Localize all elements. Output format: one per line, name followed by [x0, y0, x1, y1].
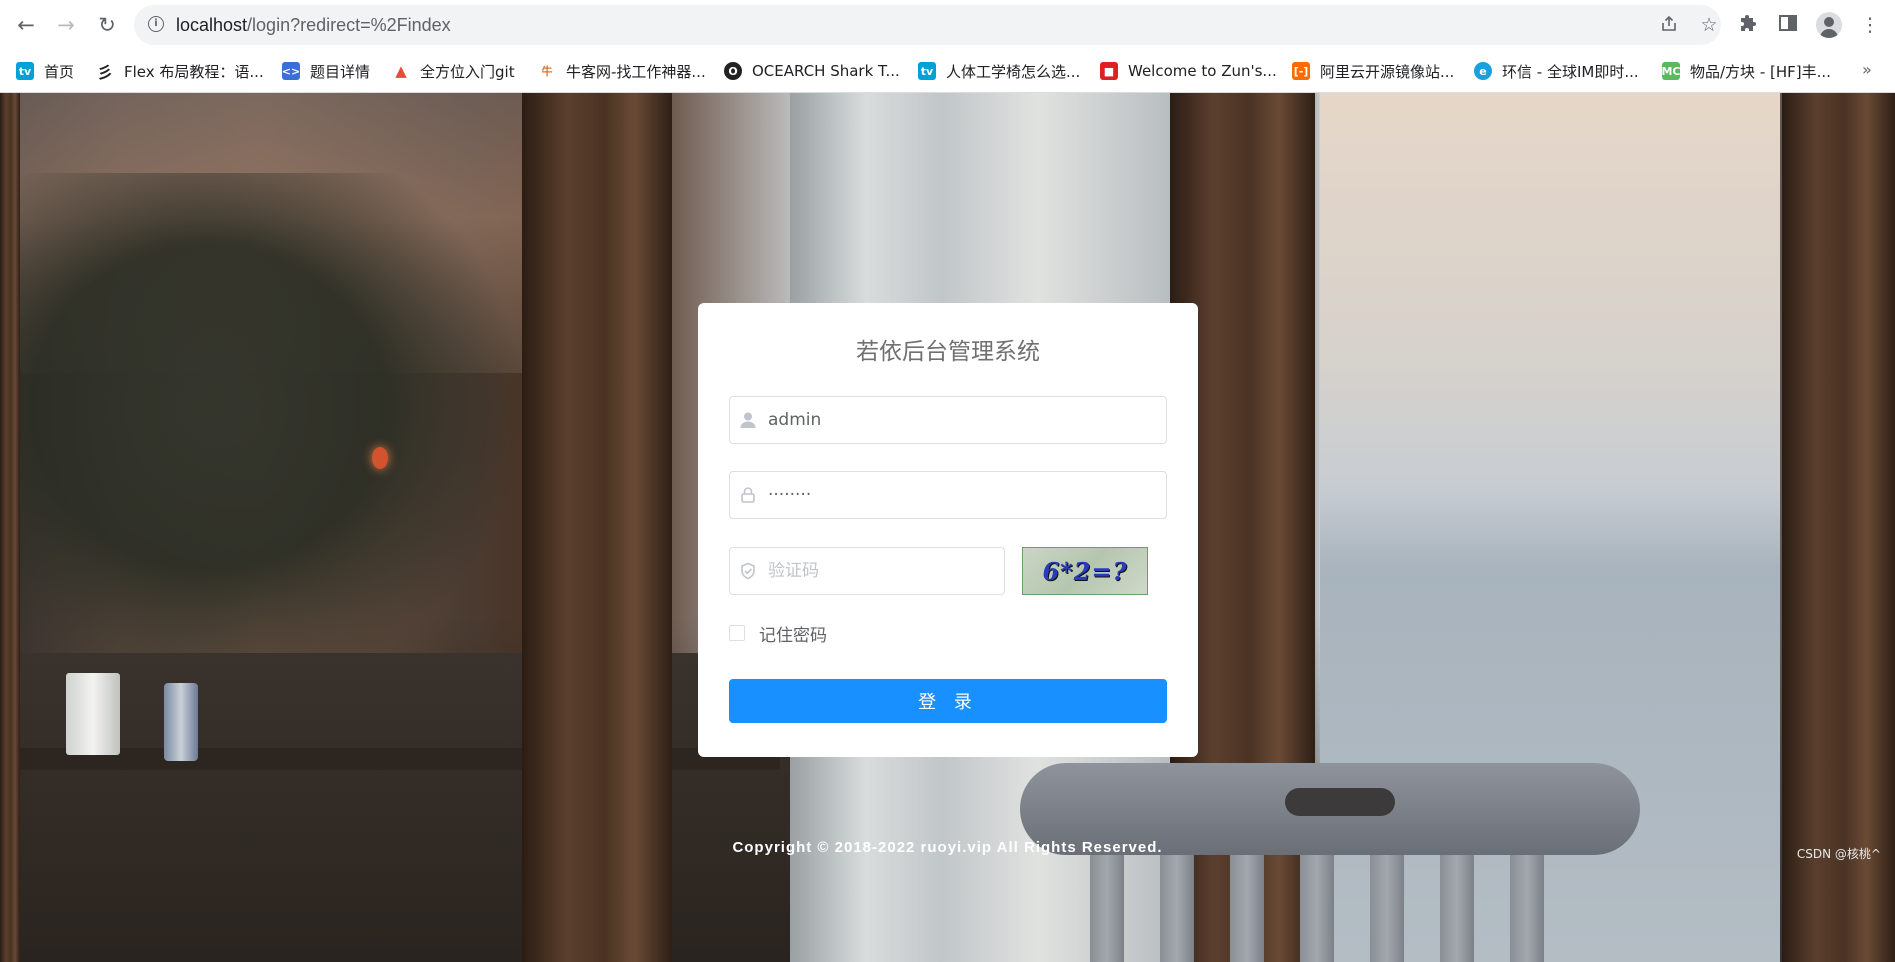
bookmark-label: 首页: [44, 62, 75, 81]
flame-icon: ▲: [392, 62, 410, 80]
site-info-icon[interactable]: i: [148, 16, 164, 32]
remember-label: 记住密码: [759, 625, 827, 646]
bookmark-label: 人体工学椅怎么选...: [946, 62, 1081, 81]
shield-icon: [739, 562, 757, 580]
bilibili-icon: tv: [16, 62, 34, 80]
chair-decoration: [1020, 763, 1640, 962]
forward-arrow-icon[interactable]: →: [53, 12, 79, 38]
bookmark-label: 全方位入门git: [420, 62, 515, 81]
csdn-watermark: CSDN @核桃^: [1796, 847, 1881, 861]
captcha-field[interactable]: [729, 547, 1005, 595]
bookmark-item[interactable]: ■ Welcome to Zun's...: [1100, 59, 1277, 83]
login-title: 若依后台管理系统: [856, 339, 1040, 365]
bookmark-item[interactable]: tv 首页: [16, 59, 74, 83]
bookmark-label: 物品/方块 - [HF]丰...: [1690, 62, 1831, 81]
captcha-image[interactable]: 6*2=?: [1022, 547, 1148, 595]
bookmark-label: OCEARCH Shark T...: [752, 62, 900, 80]
login-form: 若依后台管理系统 6*2=: [698, 303, 1198, 757]
user-icon: [739, 411, 757, 429]
ocearch-icon: O: [724, 62, 742, 80]
profile-avatar-icon[interactable]: [1816, 12, 1842, 38]
mcmod-icon: MC: [1661, 62, 1681, 80]
bookmark-label: 环信 - 全球IM即时...: [1502, 62, 1639, 81]
bookmark-star-icon[interactable]: ☆: [1698, 14, 1720, 36]
share-icon[interactable]: [1658, 14, 1680, 36]
bookmark-label: 阿里云开源镜像站...: [1320, 62, 1455, 81]
bookmarks-bar: tv 首页 彡 Flex 布局教程：语... <> 题目详情 ▲ 全方位入门gi…: [0, 50, 1895, 93]
aliyun-icon: [-]: [1292, 62, 1310, 80]
side-panel-icon[interactable]: [1776, 13, 1800, 37]
remember-checkbox[interactable]: [729, 625, 745, 641]
bilibili-icon: tv: [918, 62, 936, 80]
nowcoder-icon: 牛: [538, 62, 556, 80]
remember-password[interactable]: 记住密码: [729, 623, 827, 646]
bookmark-item[interactable]: tv 人体工学椅怎么选...: [918, 59, 1080, 83]
extensions-puzzle-icon[interactable]: [1737, 13, 1761, 37]
bookmark-item[interactable]: MC 物品/方块 - [HF]丰...: [1661, 59, 1831, 83]
address-bar[interactable]: i localhost/login?redirect=%2Findex ☆: [134, 5, 1721, 45]
back-arrow-icon[interactable]: ←: [13, 12, 39, 38]
bookmark-label: 牛客网-找工作神器...: [566, 62, 706, 81]
bookmark-item[interactable]: e 环信 - 全球IM即时...: [1474, 59, 1639, 83]
copyright-footer: Copyright © 2018-2022 ruoyi.vip All Righ…: [732, 839, 1163, 856]
password-input[interactable]: [768, 472, 1156, 518]
login-page-background: 若依后台管理系统 6*2=: [0, 93, 1895, 962]
username-field[interactable]: [729, 396, 1167, 444]
login-button[interactable]: 登 录: [729, 679, 1167, 723]
captcha-input[interactable]: [768, 548, 994, 594]
password-field[interactable]: [729, 471, 1167, 519]
bookmark-label: Welcome to Zun's...: [1128, 62, 1277, 80]
bookmark-item[interactable]: [-] 阿里云开源镜像站...: [1292, 59, 1454, 83]
bookmark-item[interactable]: 彡 Flex 布局教程：语...: [96, 59, 264, 83]
ink-icon: 彡: [96, 62, 114, 82]
bookmark-item[interactable]: ▲ 全方位入门git: [392, 59, 515, 83]
bookmark-label: Flex 布局教程：语...: [124, 62, 264, 81]
bookmark-item[interactable]: <> 题目详情: [282, 59, 370, 83]
browser-menu-icon[interactable]: ⋮: [1858, 13, 1882, 37]
lock-icon: [739, 486, 757, 504]
url-path: /login?redirect=%2Findex: [247, 15, 451, 35]
bookmark-item[interactable]: O OCEARCH Shark T...: [724, 59, 900, 83]
reload-icon[interactable]: ↻: [94, 12, 120, 38]
bookmark-label: 题目详情: [310, 62, 371, 81]
easemob-icon: e: [1474, 62, 1492, 80]
url-host: localhost: [176, 15, 248, 35]
code-icon: <>: [282, 62, 300, 80]
bookmarks-overflow-button[interactable]: »: [1862, 60, 1872, 79]
browser-toolbar: ← → ↻ i localhost/login?redirect=%2Finde…: [0, 0, 1895, 50]
address-url[interactable]: localhost/login?redirect=%2Findex: [176, 15, 451, 36]
bookmark-item[interactable]: 牛 牛客网-找工作神器...: [538, 59, 706, 83]
username-input[interactable]: [768, 397, 1156, 443]
openshift-icon: ■: [1100, 62, 1118, 80]
